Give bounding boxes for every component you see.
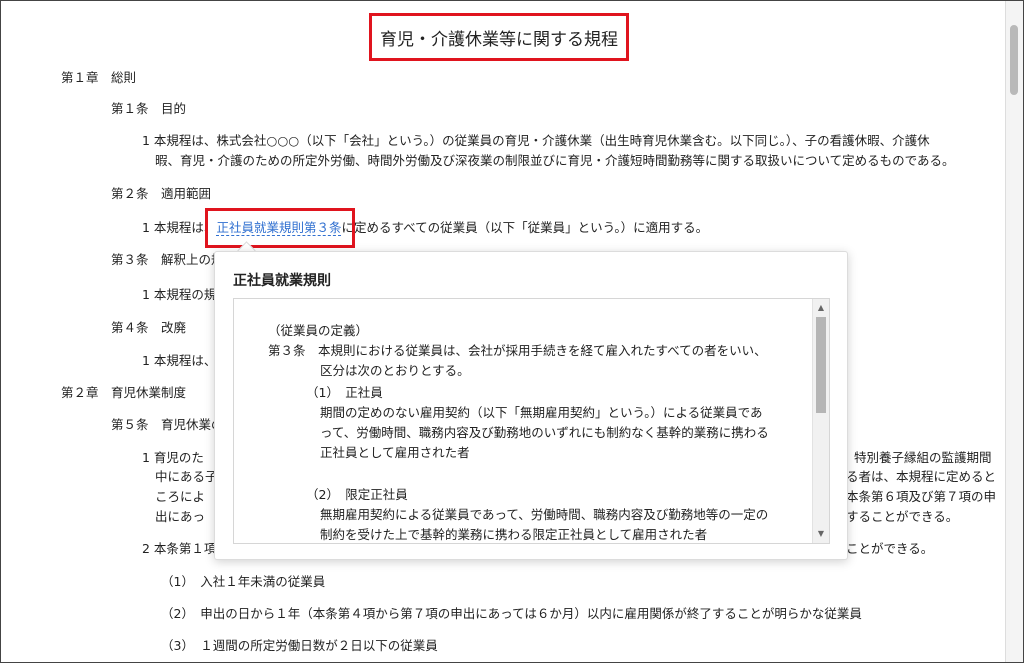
popover-line: （従業員の定義）: [268, 323, 369, 338]
popover-line: 制約を受けた上で基幹的業務に携わる限定正社員として雇用された者: [320, 527, 708, 542]
popover-content[interactable]: （従業員の定義） 第３条 本規則における従業員は、会社が採用手続きを経て雇入れた…: [233, 298, 830, 544]
paragraph-line: 1 本規程は、株式会社○○○（以下「会社」という。）の従業員の育児・介護休業（出…: [142, 133, 930, 148]
paragraph-line: 1 育児のた: [142, 450, 204, 465]
paragraph-line: 暇、育児・介護のための所定外労働、時間外労働及び深夜業の制限並びに育児・介護短時…: [155, 153, 955, 168]
popover-title: 正社員就業規則: [233, 273, 331, 289]
page-scrollbar[interactable]: [1005, 1, 1023, 662]
list-item: （1） 入社１年未満の従業員: [161, 574, 326, 589]
document-window: 育児・介護休業等に関する規程 第１章 総則 第１条 目的 1 本規程は、株式会社…: [0, 0, 1024, 663]
popover-line: 正社員として雇用された者: [320, 445, 470, 460]
paragraph-line: 1 本規程は、: [142, 353, 217, 368]
paragraph-line: ことができる。: [846, 541, 934, 556]
popover-line: 区分は次のとおりとする。: [320, 363, 470, 378]
scroll-up-icon[interactable]: ▲: [813, 301, 829, 315]
article-heading: 第２条 適用範囲: [111, 186, 212, 201]
popover-line: （2） 限定正社員: [306, 487, 408, 502]
paragraph-line: 特別養子縁組の監護期間: [854, 450, 992, 465]
popover-line: 期間の定めのない雇用契約（以下「無期雇用契約」という。）による従業員であ: [320, 405, 763, 420]
paragraph-line: 中にある子: [155, 469, 218, 484]
paragraph-suffix: に定めるすべての従業員（以下「従業員」という。）に適用する。: [341, 220, 709, 235]
list-item: （2） 申出の日から１年（本条第４項から第７項の申出にあっては６か月）以内に雇用…: [161, 606, 862, 621]
popover-line: って、労働時間、職務内容及び勤務地のいずれにも制約なく基幹的業務に携わる: [320, 425, 769, 440]
page-scrollbar-thumb[interactable]: [1010, 25, 1018, 95]
scrollbar-thumb[interactable]: [816, 317, 826, 413]
paragraph-line: 出にあっ: [155, 509, 206, 524]
article-heading: 第５条 育児休業の: [111, 417, 224, 432]
chapter-heading: 第１章 総則: [61, 70, 137, 85]
paragraph-line: る者は、本規程に定めると: [846, 469, 997, 484]
article-heading: 第３条 解釈上の規: [111, 252, 224, 267]
chapter-heading: 第２章 育児休業制度: [61, 385, 187, 400]
list-item: （3） １週間の所定労働日数が２日以下の従業員: [161, 638, 438, 653]
paragraph-line: することができる。: [846, 509, 959, 524]
article-heading: 第１条 目的: [111, 101, 187, 116]
popover-scrollbar[interactable]: ▲ ▼: [812, 299, 829, 543]
popover-line: （1） 正社員: [306, 385, 383, 400]
paragraph-line: 本条第６項及び第７項の申: [846, 489, 997, 504]
paragraph-line: ころによ: [155, 489, 206, 504]
popover-line: 無期雇用契約による従業員であって、労働時間、職務内容及び勤務地等の一定の: [320, 507, 769, 522]
link-highlight-box: [205, 208, 355, 248]
page-title: 育児・介護休業等に関する規程: [380, 29, 618, 50]
paragraph-line: 2 本条第１項: [142, 541, 217, 556]
document-page: 育児・介護休業等に関する規程 第１章 総則 第１条 目的 1 本規程は、株式会社…: [1, 1, 1006, 662]
article-heading: 第４条 改廃: [111, 320, 187, 335]
paragraph-line: 1 本規程の規: [142, 287, 217, 302]
popover-line: 第３条 本規則における従業員は、会社が採用手続きを経て雇入れたすべての者をいい、: [268, 343, 767, 358]
scroll-down-icon[interactable]: ▼: [813, 527, 829, 541]
title-highlight-box: 育児・介護休業等に関する規程: [369, 13, 629, 61]
reference-popover[interactable]: 正社員就業規則 （従業員の定義） 第３条 本規則における従業員は、会社が採用手続…: [214, 251, 848, 560]
